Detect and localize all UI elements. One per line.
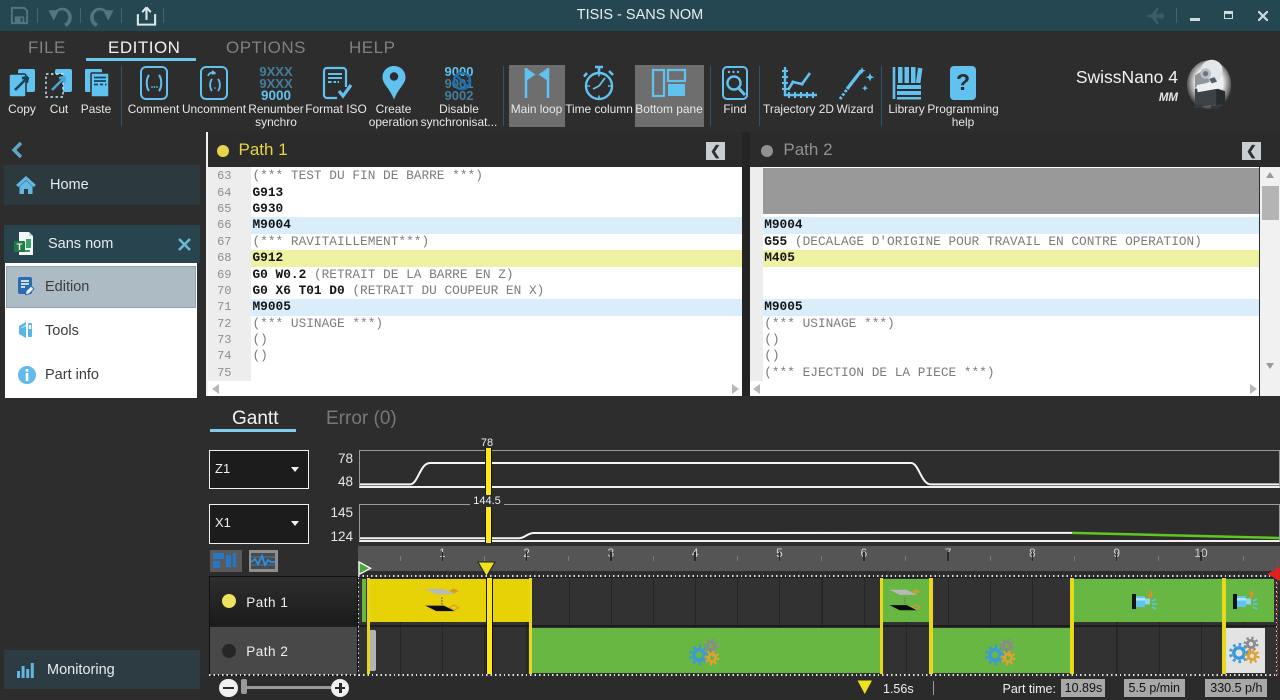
svg-text:?: ? [956, 69, 970, 95]
svg-text:9002: 9002 [445, 88, 474, 102]
svg-text:T: T [17, 242, 23, 253]
svg-text:9000: 9000 [261, 88, 291, 101]
